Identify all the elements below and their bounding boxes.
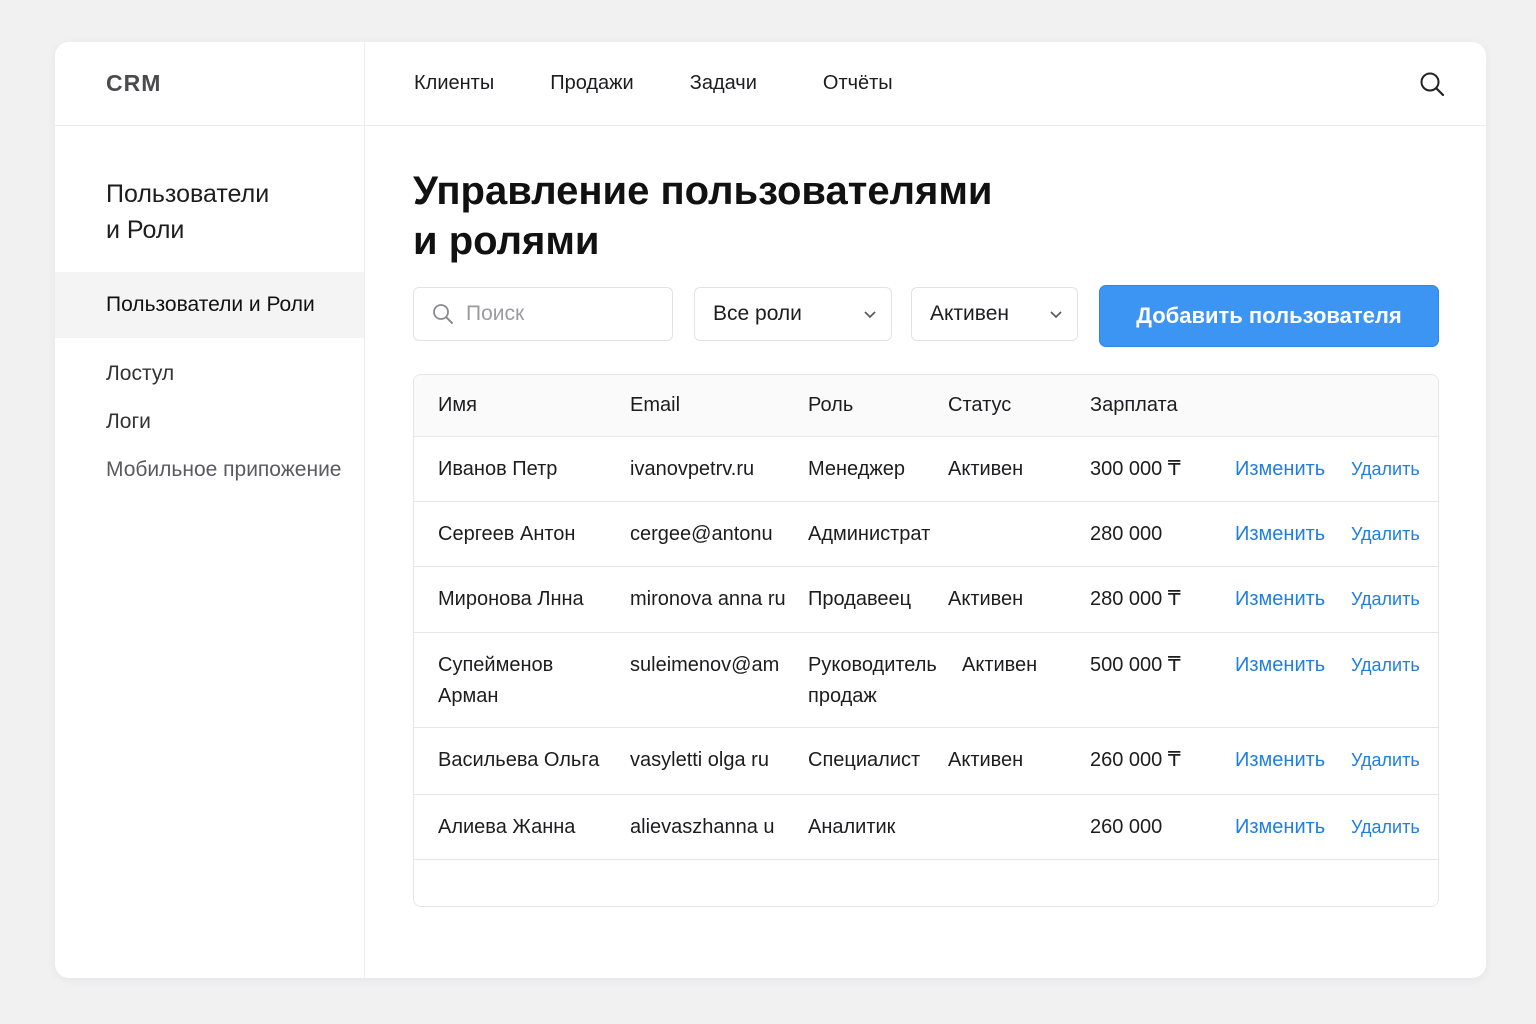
sidebar-heading-line1: Пользователи bbox=[106, 180, 270, 208]
nav-clients[interactable]: Клиенты bbox=[414, 72, 494, 95]
search-field[interactable] bbox=[413, 287, 673, 341]
cell-email: vasyletti olga ru bbox=[630, 749, 769, 771]
cell-role: Менеджер bbox=[808, 458, 906, 480]
delete-link[interactable]: Удалить bbox=[1351, 584, 1420, 615]
cell-salary: 280 000 bbox=[1090, 523, 1163, 545]
cell-role: Специалист bbox=[808, 749, 921, 771]
cell-name: Алиева Жанна bbox=[438, 816, 576, 838]
cell-name: Супейменов Арман bbox=[438, 654, 554, 707]
top-navigation: Клиенты Продажи Задачи Отчёты bbox=[365, 42, 1486, 126]
delete-link[interactable]: Удалить bbox=[1351, 519, 1420, 550]
brand-logo[interactable]: CRM bbox=[55, 42, 364, 126]
cell-email: ivanovpetrv.ru bbox=[630, 458, 755, 480]
edit-link[interactable]: Изменить bbox=[1235, 812, 1325, 843]
cell-name: Иванов Петр bbox=[438, 458, 558, 480]
search-icon bbox=[432, 303, 454, 325]
edit-link[interactable]: Изменить bbox=[1235, 519, 1325, 550]
cell-status: Активен bbox=[948, 458, 1024, 480]
nav-sales[interactable]: Продажи bbox=[550, 72, 634, 95]
delete-link[interactable]: Удалить bbox=[1351, 745, 1420, 776]
cell-role: Продавеец bbox=[808, 588, 912, 610]
table-row: Миронова Лнна mironova anna ru Продавеец… bbox=[414, 567, 1438, 633]
cell-email: mironova anna ru bbox=[630, 588, 786, 610]
cell-status: Активен bbox=[962, 654, 1038, 676]
page-title-line1: Управление пользователями bbox=[413, 169, 993, 213]
edit-link[interactable]: Изменить bbox=[1235, 745, 1325, 776]
search-icon[interactable] bbox=[1418, 70, 1446, 98]
chevron-down-icon bbox=[1049, 309, 1063, 319]
cell-email: suleimenov@am bbox=[630, 654, 780, 676]
table-row: Иванов Петр ivanovpetrv.ru Менеджер Акти… bbox=[414, 437, 1438, 502]
edit-link[interactable]: Изменить bbox=[1235, 454, 1325, 485]
sidebar-item-mobile-app[interactable]: Мобильное припожение bbox=[55, 446, 364, 494]
cell-email: alievaszhanna u bbox=[630, 816, 775, 838]
header-name[interactable]: Имя bbox=[438, 390, 618, 421]
chevron-down-icon bbox=[863, 309, 877, 319]
sidebar-item-logs[interactable]: Логи bbox=[55, 398, 364, 446]
cell-salary: 500 000 ₸ bbox=[1090, 654, 1181, 676]
cell-status: Активен bbox=[948, 588, 1024, 610]
header-salary[interactable]: Зарплата bbox=[1090, 390, 1178, 421]
cell-email: cergee@antonu bbox=[630, 523, 773, 545]
sidebar-item-access[interactable]: Лостул bbox=[55, 350, 364, 398]
page-title-line2: и ролями bbox=[413, 219, 600, 263]
edit-link[interactable]: Изменить bbox=[1235, 650, 1325, 681]
role-filter-value: Все роли bbox=[713, 302, 802, 325]
search-input[interactable] bbox=[466, 302, 646, 326]
cell-role: Аналитик bbox=[808, 816, 896, 838]
app-window: CRM Пользователи и Роли Пользователи и Р… bbox=[55, 42, 1486, 978]
cell-name: Сергеев Антон bbox=[438, 523, 576, 545]
nav-reports[interactable]: Отчёты bbox=[823, 72, 893, 95]
table-row: Сергеев Антон cergee@antonu Администрат … bbox=[414, 502, 1438, 567]
nav-tasks[interactable]: Задачи bbox=[690, 72, 757, 95]
cell-salary: 300 000 ₸ bbox=[1090, 458, 1181, 480]
cell-salary: 260 000 ₸ bbox=[1090, 749, 1181, 771]
cell-role: Руководитель продаж bbox=[808, 654, 937, 707]
table-header: Имя Email Роль Статус Зарплата bbox=[414, 375, 1438, 437]
main-content: Клиенты Продажи Задачи Отчёты Управление… bbox=[365, 42, 1486, 978]
status-filter-select[interactable]: Активен bbox=[911, 287, 1078, 341]
table-row: Алиева Жанна alievaszhanna u Аналитик 26… bbox=[414, 795, 1438, 860]
cell-salary: 280 000 ₸ bbox=[1090, 588, 1181, 610]
delete-link[interactable]: Удалить bbox=[1351, 812, 1420, 843]
users-table: Имя Email Роль Статус Зарплата Иванов Пе… bbox=[413, 374, 1439, 907]
add-user-button[interactable]: Добавить пользователя bbox=[1099, 285, 1439, 347]
toolbar: Все роли Активен Добавить пользователя bbox=[413, 285, 1439, 347]
cell-name: Миронова Лнна bbox=[438, 588, 584, 610]
sidebar: CRM Пользователи и Роли Пользователи и Р… bbox=[55, 42, 365, 978]
page-title: Управление пользователями и ролями bbox=[413, 166, 1113, 266]
cell-salary: 260 000 bbox=[1090, 816, 1163, 838]
cell-role: Администрат bbox=[808, 523, 931, 545]
table-row: Васильева Ольга vasyletti olga ru Специа… bbox=[414, 728, 1438, 795]
header-status[interactable]: Статус bbox=[948, 390, 1011, 421]
sidebar-heading-line2: и Роли bbox=[106, 216, 185, 244]
status-filter-value: Активен bbox=[930, 302, 1009, 325]
table-row: Супейменов Арман suleimenov@am Руководит… bbox=[414, 633, 1438, 728]
delete-link[interactable]: Удалить bbox=[1351, 454, 1420, 485]
header-role[interactable]: Роль bbox=[808, 390, 968, 421]
header-email[interactable]: Email bbox=[630, 390, 800, 421]
edit-link[interactable]: Изменить bbox=[1235, 584, 1325, 615]
cell-name: Васильева Ольга bbox=[438, 749, 600, 771]
cell-status: Активен bbox=[948, 749, 1024, 771]
sidebar-item-users-roles[interactable]: Пользователи и Роли bbox=[55, 272, 364, 338]
role-filter-select[interactable]: Все роли bbox=[694, 287, 892, 341]
delete-link[interactable]: Удалить bbox=[1351, 650, 1420, 681]
